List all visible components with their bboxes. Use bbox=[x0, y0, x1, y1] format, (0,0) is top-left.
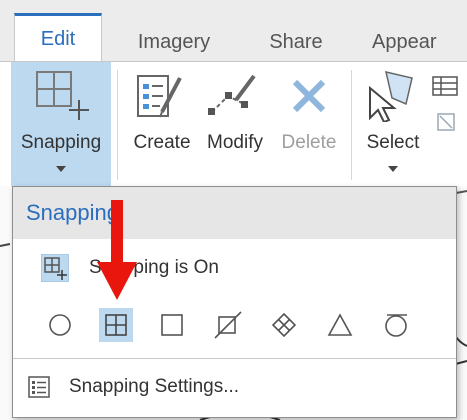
delete-button[interactable]: Delete bbox=[276, 62, 342, 186]
point-snap-icon bbox=[49, 314, 71, 336]
snapping-dropdown: Snapping Snapping is On Snapping Setting… bbox=[12, 186, 457, 418]
tab-appearance[interactable]: Appear bbox=[372, 24, 467, 62]
intersection-snap-button[interactable] bbox=[267, 308, 301, 342]
snapping-icon bbox=[44, 257, 67, 280]
end-snap-button[interactable] bbox=[99, 308, 133, 342]
snapping-settings-item[interactable]: Snapping Settings... bbox=[23, 372, 443, 402]
edge-snap-icon bbox=[214, 311, 242, 339]
create-features-icon bbox=[137, 75, 182, 118]
ribbon-separator bbox=[117, 70, 118, 180]
end-snap-icon bbox=[105, 314, 127, 336]
clear-selection-icon bbox=[437, 113, 455, 131]
modify-button-label: Modify bbox=[207, 132, 263, 153]
select-button-label: Select bbox=[366, 132, 420, 153]
ribbon-separator bbox=[351, 70, 352, 180]
chevron-down-icon bbox=[388, 166, 398, 172]
select-button[interactable]: Select bbox=[360, 62, 426, 186]
create-button[interactable]: Create bbox=[130, 62, 194, 186]
modify-button[interactable]: Modify bbox=[200, 62, 270, 186]
clear-selection-small-button[interactable] bbox=[436, 112, 462, 134]
tangent-snap-button[interactable] bbox=[379, 308, 413, 342]
snapping-button[interactable]: Snapping bbox=[11, 62, 111, 186]
point-snap-button[interactable] bbox=[43, 308, 77, 342]
attributes-table-small-button[interactable] bbox=[432, 76, 462, 98]
dropdown-separator bbox=[13, 358, 456, 359]
annotation-arrow-icon bbox=[97, 200, 137, 300]
tab-imagery[interactable]: Imagery bbox=[122, 24, 226, 62]
snapping-settings-label: Snapping Settings... bbox=[69, 376, 240, 397]
vertex-snap-button[interactable] bbox=[155, 308, 189, 342]
intersection-snap-icon bbox=[271, 312, 297, 338]
snapping-button-label: Snapping bbox=[20, 132, 102, 153]
tangent-snap-icon bbox=[385, 314, 407, 337]
midpoint-snap-icon bbox=[327, 313, 353, 336]
snapping-icon bbox=[36, 71, 89, 120]
tab-share[interactable]: Share bbox=[252, 24, 340, 62]
dropdown-title: Snapping bbox=[13, 187, 456, 239]
chevron-down-icon bbox=[56, 166, 66, 172]
midpoint-snap-button[interactable] bbox=[323, 308, 357, 342]
snap-mode-toolbar bbox=[43, 308, 443, 342]
delete-button-label: Delete bbox=[281, 132, 337, 153]
settings-list-icon bbox=[28, 376, 50, 398]
vertex-snap-icon bbox=[161, 314, 183, 336]
tab-edit[interactable]: Edit bbox=[14, 13, 102, 64]
create-button-label: Create bbox=[133, 132, 191, 153]
table-icon bbox=[432, 76, 458, 96]
select-arrow-icon bbox=[369, 70, 413, 122]
ribbon-tab-bar: Edit Imagery Share Appear bbox=[0, 0, 467, 64]
modify-features-icon bbox=[208, 74, 256, 115]
snapping-toggle-icon bbox=[41, 254, 69, 282]
edge-snap-button[interactable] bbox=[211, 308, 245, 342]
ribbon-panel: Snapping Create Modify Delete Select bbox=[0, 61, 467, 187]
delete-x-icon bbox=[292, 79, 326, 113]
